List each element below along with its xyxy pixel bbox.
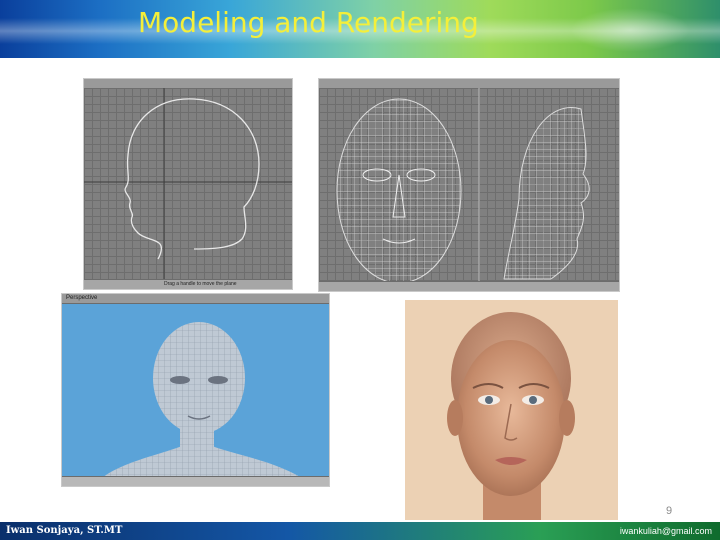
wireframe-heads: [336, 88, 590, 284]
author-email: iwankuliah@gmail.com: [619, 526, 712, 536]
rendered-head: [447, 312, 575, 520]
slide-number: 9: [666, 505, 673, 517]
slide: Modeling and Rendering Drag a handle to …: [0, 0, 720, 540]
viewport-statusbar: [62, 476, 329, 486]
author-name: Iwan Sonjaya, ST.MT: [6, 525, 123, 536]
viewport-statusbar: [319, 281, 619, 291]
title-banner: Modeling and Rendering: [0, 0, 720, 58]
profile-viewport: Drag a handle to move the plane: [83, 78, 293, 290]
shaded-mesh: [102, 322, 302, 478]
footer-banner: Iwan Sonjaya, ST.MT iwankuliah@gmail.com: [0, 522, 720, 540]
banner-swirl: [570, 8, 690, 52]
status-text: Drag a handle to move the plane: [164, 281, 237, 287]
rendered-face-image: [405, 300, 618, 520]
front-side-viewport: [318, 78, 620, 292]
slide-title: Modeling and Rendering: [138, 6, 479, 39]
profile-outline: [84, 88, 292, 279]
perspective-viewport: Perspective: [61, 293, 330, 487]
viewport-statusbar: Drag a handle to move the plane: [84, 279, 292, 289]
